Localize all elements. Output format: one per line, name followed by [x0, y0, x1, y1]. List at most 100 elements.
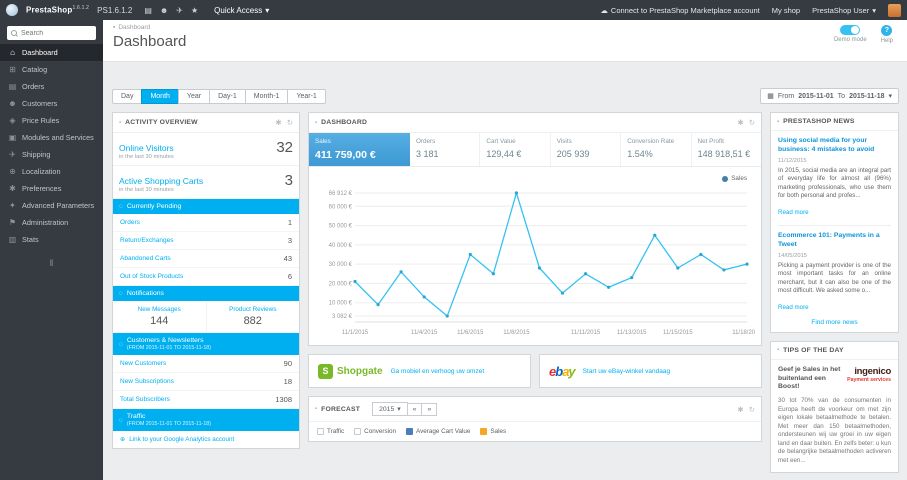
svg-text:11/11/2015: 11/11/2015: [571, 330, 601, 336]
filter-day-1-button[interactable]: Day-1: [209, 88, 246, 104]
date-from-value: 2015-11-01: [798, 92, 834, 100]
new-customers-link[interactable]: New Customers: [120, 360, 166, 367]
checkbox-icon: [406, 428, 414, 435]
new-messages-cell[interactable]: New Messages 144: [113, 301, 206, 332]
breadcrumb[interactable]: ▪ Dashboard: [113, 24, 897, 31]
forecast-legend-average-cart-value[interactable]: Average Cart Value: [406, 428, 470, 435]
svg-text:11/8/2015: 11/8/2015: [503, 330, 530, 336]
gear-icon[interactable]: ✱: [737, 405, 743, 414]
ebay-link[interactable]: Start uw eBay-winkel vandaag: [583, 368, 670, 375]
kpi-label: Net Profit: [697, 138, 724, 145]
ebay-module: ebay Start uw eBay-winkel vandaag: [539, 354, 762, 388]
article-title-link[interactable]: Ecommerce 101: Payments in a Tweet: [778, 232, 891, 250]
find-more-news-link[interactable]: Find more news: [778, 319, 891, 326]
cart-icon[interactable]: ▤: [144, 6, 152, 15]
messages-icon[interactable]: ✈: [176, 6, 183, 15]
pending-row-returns: Return/Exchanges 3: [113, 232, 299, 250]
sidebar-item-customers[interactable]: ☻ Customers: [0, 95, 103, 112]
sidebar-item-advanced-parameters[interactable]: ✦ Advanced Parameters: [0, 197, 103, 214]
product-reviews-label: Product Reviews: [229, 306, 277, 313]
pending-returns-link[interactable]: Return/Exchanges: [120, 237, 173, 244]
online-visitors-link[interactable]: Online Visitors: [119, 143, 174, 153]
product-reviews-cell[interactable]: Product Reviews 882: [205, 301, 300, 332]
forecast-year-select[interactable]: 2015 ▾: [372, 402, 408, 416]
read-more-link[interactable]: Read more: [778, 304, 809, 311]
filter-month-1-button[interactable]: Month-1: [244, 88, 289, 104]
new-subscriptions-link[interactable]: New Subscriptions: [120, 378, 174, 385]
demo-mode-toggle[interactable]: [840, 25, 861, 35]
read-more-link[interactable]: Read more: [778, 209, 809, 216]
gear-icon[interactable]: ✱: [737, 118, 743, 127]
avatar[interactable]: [888, 3, 901, 17]
kpi-conversion-rate[interactable]: Conversion Rate 1.54%: [621, 133, 692, 166]
abandoned-carts-link[interactable]: Abandoned Carts: [120, 255, 171, 262]
refresh-icon[interactable]: ↻: [749, 405, 755, 414]
article-title-link[interactable]: Using social media for your business: 4 …: [778, 137, 891, 155]
currently-pending-header: ◌ Currently Pending: [113, 199, 299, 214]
sidebar-item-label: Administration: [22, 218, 69, 227]
prestashop-news-panel: ▪ PRESTASHOP NEWS Using social media for…: [770, 112, 899, 333]
kpi-visits[interactable]: Visits 205 939: [551, 133, 622, 166]
trophy-icon[interactable]: ★: [191, 6, 198, 15]
administration-icon: ⚑: [8, 218, 17, 227]
marketplace-link[interactable]: ☁ Connect to PrestaShop Marketplace acco…: [600, 6, 759, 15]
my-shop-link[interactable]: My shop: [772, 6, 800, 15]
search-input[interactable]: [21, 29, 92, 37]
google-analytics-link[interactable]: ⊕ Link to your Google Analytics account: [113, 431, 299, 448]
help-button[interactable]: ?: [881, 25, 893, 36]
quick-access-menu[interactable]: Quick Access ▾: [214, 6, 269, 15]
filter-month-button[interactable]: Month: [141, 88, 179, 104]
forecast-legend-conversion[interactable]: Conversion: [354, 428, 396, 435]
active-carts-link[interactable]: Active Shopping Carts: [119, 176, 203, 186]
forecast-prev-button[interactable]: «: [406, 402, 423, 416]
forecast-legend-sales[interactable]: Sales: [480, 428, 506, 435]
traffic-subtitle: (FROM 2015-11-01 TO 2015-11-18): [126, 421, 211, 427]
kpi-value: 205 939: [556, 149, 590, 159]
sidebar-item-label: Customers: [22, 99, 58, 108]
shopgate-link[interactable]: Ga mobiel en verhoog uw omzet: [391, 368, 485, 375]
sidebar-item-preferences[interactable]: ✱ Preferences: [0, 180, 103, 197]
filter-year-button[interactable]: Year: [177, 88, 211, 104]
kpi-net-profit[interactable]: Net Profit 148 918,51 €: [692, 133, 761, 166]
people-icon: ◌: [119, 340, 123, 348]
sidebar-item-dashboard[interactable]: ⌂ Dashboard: [0, 44, 103, 61]
sidebar-item-localization[interactable]: ⊕ Localization: [0, 163, 103, 180]
kpi-orders[interactable]: Orders 3 181: [410, 133, 481, 166]
article-date: 14/05/2015: [778, 252, 808, 259]
date-from-label: From: [777, 92, 795, 100]
sidebar-item-administration[interactable]: ⚑ Administration: [0, 214, 103, 231]
forecast-legend-traffic[interactable]: Traffic: [317, 428, 344, 435]
sidebar-item-stats[interactable]: ▥ Stats: [0, 231, 103, 248]
main-area: ▪ Dashboard Dashboard Demo mode ? Help D…: [103, 20, 907, 480]
filter-day-button[interactable]: Day: [112, 88, 143, 104]
refresh-icon[interactable]: ↻: [749, 118, 755, 127]
kpi-sales[interactable]: Sales 411 759,00 €: [309, 133, 410, 166]
ingenico-logo[interactable]: ingenico Payment services: [847, 366, 891, 383]
gear-icon[interactable]: ✱: [275, 118, 281, 127]
sidebar-item-modules[interactable]: ▣ Modules and Services: [0, 129, 103, 146]
sidebar-item-orders[interactable]: ▤ Orders: [0, 78, 103, 95]
currently-pending-title: Currently Pending: [126, 203, 182, 210]
sidebar-collapse-button[interactable]: ‖: [0, 258, 103, 268]
sidebar-item-label: Orders: [22, 82, 45, 91]
breadcrumb-icon: ▪: [113, 24, 116, 31]
sidebar-item-catalog[interactable]: ⊞ Catalog: [0, 61, 103, 78]
sidebar-item-price-rules[interactable]: ◈ Price Rules: [0, 112, 103, 129]
sidebar-search[interactable]: [7, 26, 96, 40]
pending-orders-link[interactable]: Orders: [120, 219, 140, 226]
out-of-stock-link[interactable]: Out of Stock Products: [120, 273, 183, 280]
filter-year-1-button[interactable]: Year-1: [287, 88, 326, 104]
date-range-picker[interactable]: ▦ From 2015-11-01 To 2015-11-18 ▾: [760, 88, 899, 104]
sidebar-item-shipping[interactable]: ✈ Shipping: [0, 146, 103, 163]
shopgate-icon: S: [318, 363, 333, 379]
svg-text:11/18/2015: 11/18/2015: [732, 330, 755, 336]
user-menu[interactable]: PrestaShop User ▾: [812, 6, 876, 15]
chart-legend-sales[interactable]: Sales: [722, 175, 747, 182]
customers-icon[interactable]: ☻: [160, 6, 168, 15]
kpi-cart-value[interactable]: Cart Value 129,44 €: [480, 133, 551, 166]
refresh-icon[interactable]: ↻: [287, 118, 293, 127]
abandoned-carts-value: 43: [283, 254, 292, 263]
news-panel-title: PRESTASHOP NEWS: [783, 118, 855, 125]
forecast-next-button[interactable]: »: [421, 402, 438, 416]
total-subscribers-link[interactable]: Total Subscribers: [120, 396, 170, 403]
